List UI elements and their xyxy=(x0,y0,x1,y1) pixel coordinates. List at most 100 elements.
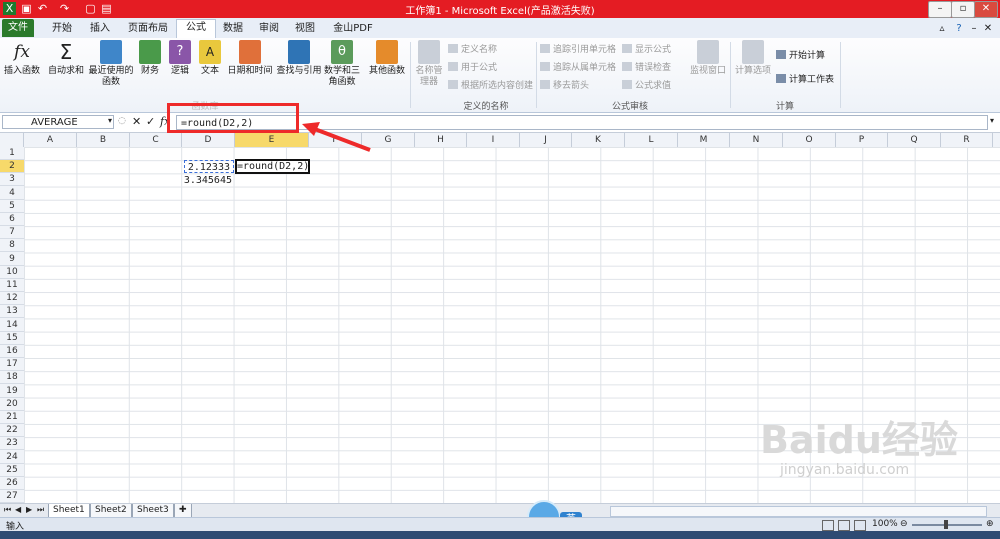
row-header[interactable]: 19 xyxy=(0,385,24,398)
chevron-down-icon[interactable]: ▾ xyxy=(108,116,112,125)
row-header[interactable]: 24 xyxy=(0,451,24,464)
row-header[interactable]: 12 xyxy=(0,292,24,306)
column-header-l[interactable]: L xyxy=(625,133,678,147)
name-box[interactable]: AVERAGE xyxy=(2,115,114,129)
insert-function-button[interactable]: fx 插入函数 xyxy=(2,40,42,77)
tab-file[interactable]: 文件 xyxy=(2,19,34,37)
cell-e2-active[interactable]: =round(D2,2) xyxy=(235,159,310,174)
tab-insert[interactable]: 插入 xyxy=(82,21,118,37)
zoom-in-icon[interactable]: ⊕ xyxy=(986,519,994,529)
row-header[interactable]: 22 xyxy=(0,424,24,438)
cell-d2[interactable]: 2.12333 xyxy=(184,160,234,173)
window-minimize-icon[interactable]: – xyxy=(968,21,980,37)
expand-icon[interactable]: ◌ xyxy=(118,116,126,126)
tab-data[interactable]: 数据 xyxy=(218,21,248,37)
prev-sheet-icon[interactable]: ◀ xyxy=(15,505,21,514)
row-header[interactable]: 17 xyxy=(0,358,24,372)
column-header-k[interactable]: K xyxy=(572,133,625,147)
sheet-tab-sheet1[interactable]: Sheet1 xyxy=(48,504,90,518)
row-header[interactable]: 27 xyxy=(0,490,24,504)
tab-wps-pdf[interactable]: 金山PDF xyxy=(328,21,378,37)
evaluate-formula-button[interactable]: 公式求值 xyxy=(622,80,671,92)
lookup-reference-button[interactable]: 查找与引用 xyxy=(276,40,322,77)
logical-button[interactable]: ? 逻辑 xyxy=(168,40,192,77)
row-header[interactable]: 18 xyxy=(0,371,24,385)
more-functions-button[interactable]: 其他函数 xyxy=(366,40,408,77)
page-break-view-icon[interactable] xyxy=(854,520,866,531)
first-sheet-icon[interactable]: ⏮ xyxy=(4,505,11,515)
column-header-r[interactable]: R xyxy=(941,133,993,147)
next-sheet-icon[interactable]: ▶ xyxy=(26,505,32,514)
sheet-tab-sheet2[interactable]: Sheet2 xyxy=(90,504,132,518)
close-button[interactable]: ✕ xyxy=(974,1,998,18)
last-sheet-icon[interactable]: ⏭ xyxy=(37,505,44,515)
calculation-options-button[interactable]: 计算选项 xyxy=(734,40,772,77)
math-trig-button[interactable]: θ 数学和三角函数 xyxy=(322,40,362,88)
tab-view[interactable]: 视图 xyxy=(290,21,320,37)
date-time-button[interactable]: 日期和时间 xyxy=(226,40,274,77)
page-layout-view-icon[interactable] xyxy=(838,520,850,531)
column-header-o[interactable]: O xyxy=(783,133,836,147)
row-header[interactable]: 25 xyxy=(0,464,24,477)
zoom-level[interactable]: 100% xyxy=(872,519,898,529)
create-from-selection-button[interactable]: 根据所选内容创建 xyxy=(448,80,533,92)
row-header[interactable]: 2 xyxy=(0,160,24,174)
text-button[interactable]: A 文本 xyxy=(198,40,222,77)
autosum-button[interactable]: Σ 自动求和 xyxy=(46,40,86,77)
remove-arrows-button[interactable]: 移去箭头 xyxy=(540,80,589,92)
column-header-p[interactable]: P xyxy=(836,133,888,147)
row-header[interactable]: 8 xyxy=(0,239,24,253)
row-header[interactable]: 14 xyxy=(0,319,24,332)
tab-home[interactable]: 开始 xyxy=(44,21,80,37)
column-header-d[interactable]: D xyxy=(182,133,235,147)
row-header[interactable]: 1 xyxy=(0,147,24,160)
insert-sheet-icon[interactable]: ✚ xyxy=(174,504,192,518)
normal-view-icon[interactable] xyxy=(822,520,834,531)
sheet-tab-sheet3[interactable]: Sheet3 xyxy=(132,504,174,518)
recently-used-button[interactable]: 最近使用的函数 xyxy=(88,40,134,88)
collapse-ribbon-icon[interactable]: ▵ xyxy=(936,21,948,37)
row-header[interactable]: 20 xyxy=(0,398,24,411)
zoom-out-icon[interactable]: ⊖ xyxy=(900,519,908,529)
cancel-icon[interactable]: ✕ xyxy=(132,115,141,128)
column-header-m[interactable]: M xyxy=(678,133,730,147)
watch-window-button[interactable]: 监视窗口 xyxy=(688,40,728,77)
error-checking-button[interactable]: 错误检查 xyxy=(622,62,671,74)
column-header-h[interactable]: H xyxy=(415,133,467,147)
row-header[interactable]: 23 xyxy=(0,437,24,451)
column-header-i[interactable]: I xyxy=(467,133,520,147)
row-header[interactable]: 5 xyxy=(0,200,24,213)
select-all-corner[interactable] xyxy=(0,133,24,147)
column-header-n[interactable]: N xyxy=(730,133,783,147)
define-name-button[interactable]: 定义名称 xyxy=(448,44,497,56)
calculate-sheet-button[interactable]: 计算工作表 xyxy=(776,74,834,86)
restore-button[interactable]: ▫ xyxy=(951,1,975,18)
trace-precedents-button[interactable]: 追踪引用单元格 xyxy=(540,44,616,56)
help-icon[interactable]: ? xyxy=(952,21,966,37)
tab-page-layout[interactable]: 页面布局 xyxy=(122,21,174,37)
financial-button[interactable]: 财务 xyxy=(138,40,162,77)
row-header[interactable]: 3 xyxy=(0,173,24,187)
column-header-q[interactable]: Q xyxy=(888,133,941,147)
row-header[interactable]: 15 xyxy=(0,332,24,345)
trace-dependents-button[interactable]: 追踪从属单元格 xyxy=(540,62,616,74)
row-header[interactable]: 10 xyxy=(0,266,24,279)
column-header-b[interactable]: B xyxy=(77,133,130,147)
row-header[interactable]: 6 xyxy=(0,213,24,226)
row-header[interactable]: 16 xyxy=(0,345,24,358)
show-formulas-button[interactable]: 显示公式 xyxy=(622,44,671,56)
name-manager-button[interactable]: 名称管理器 xyxy=(414,40,444,88)
use-in-formula-button[interactable]: 用于公式 xyxy=(448,62,497,74)
row-header[interactable]: 26 xyxy=(0,477,24,490)
calculate-now-button[interactable]: 开始计算 xyxy=(776,50,825,62)
row-header[interactable]: 9 xyxy=(0,253,24,266)
zoom-slider-thumb[interactable] xyxy=(944,520,948,529)
enter-icon[interactable]: ✓ xyxy=(146,115,155,128)
row-header[interactable]: 11 xyxy=(0,279,24,292)
row-header[interactable]: 21 xyxy=(0,411,24,424)
minimize-button[interactable]: – xyxy=(928,1,952,18)
tab-formulas[interactable]: 公式 xyxy=(176,19,216,39)
row-header[interactable]: 13 xyxy=(0,305,24,319)
expand-formula-bar-icon[interactable]: ▾ xyxy=(990,116,994,125)
window-close-icon[interactable]: ✕ xyxy=(982,21,994,37)
